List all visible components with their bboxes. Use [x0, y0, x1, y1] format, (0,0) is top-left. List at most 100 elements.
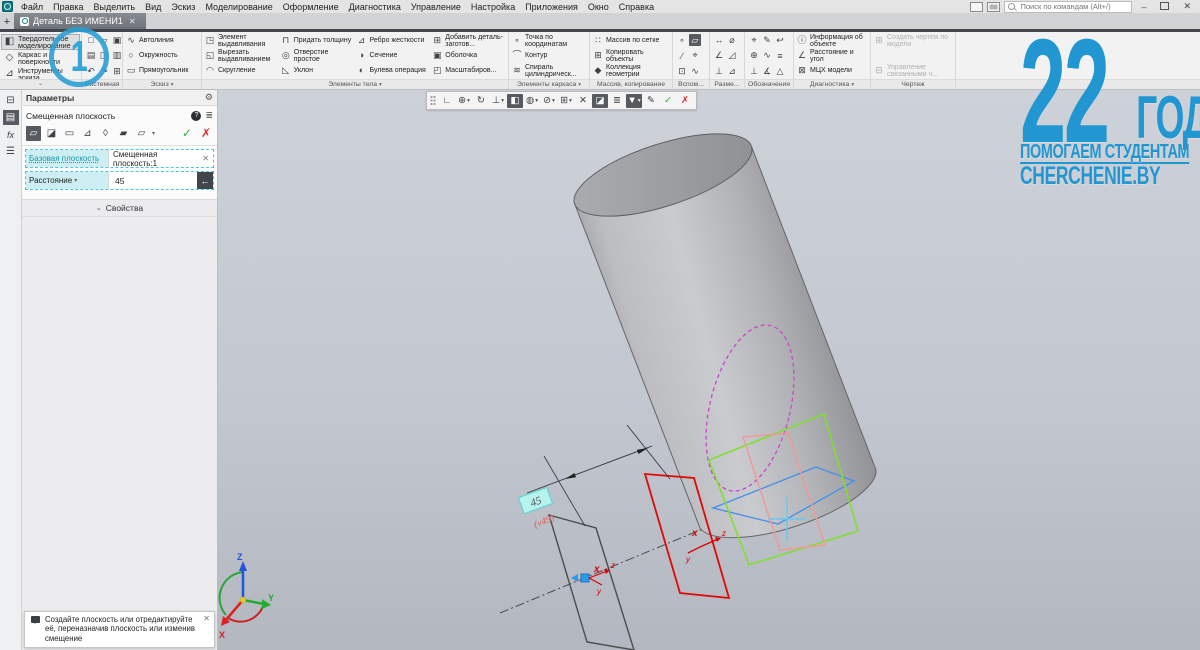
layout-icon[interactable]: [970, 2, 983, 12]
maximize-button[interactable]: [1155, 2, 1174, 12]
tool-icon[interactable]: ⊥: [748, 65, 760, 77]
menu-item-окно[interactable]: Окно: [583, 2, 614, 12]
ribbon-button[interactable]: ◳Элемент выдавливания: [205, 34, 278, 47]
base-plane-label[interactable]: Базовая плоскость: [26, 150, 108, 167]
ribbon-button[interactable]: ≋Спираль цилиндрическ...: [512, 64, 586, 77]
tool-icon[interactable]: ⊞: [111, 65, 123, 77]
ribbon-button[interactable]: ▣Оболочка: [432, 49, 505, 62]
gear-icon[interactable]: ⚙: [205, 92, 213, 103]
plane-type-icon[interactable]: ◪: [44, 126, 59, 141]
menu-item-эскиз[interactable]: Эскиз: [166, 2, 200, 12]
tool-icon[interactable]: △: [774, 65, 786, 77]
ribbon-button[interactable]: ⊠МЦХ модели: [797, 64, 867, 77]
menu-item-справка[interactable]: Справка: [614, 2, 659, 12]
scene-canvas[interactable]: 45 (v49) x x z y z y: [218, 90, 1200, 650]
plane-type-icon[interactable]: ▱: [134, 126, 149, 141]
tool-icon[interactable]: ⊡: [676, 65, 688, 77]
clear-selection-icon[interactable]: ✕: [202, 154, 209, 163]
ribbon-button[interactable]: ◎Отверстие простое: [281, 49, 354, 62]
ribbon-button[interactable]: ⊟Управление связанными ч...: [874, 64, 952, 77]
tool-icon[interactable]: ⌀: [726, 34, 738, 46]
tree-icon[interactable]: ⊟: [3, 93, 19, 108]
ribbon-button[interactable]: ⊞Добавить деталь-заготов...: [432, 34, 505, 47]
ribbon-button[interactable]: ⓘИнформация об объекте: [797, 34, 867, 47]
tool-icon[interactable]: ▥: [111, 50, 123, 62]
tool-icon[interactable]: ✎: [761, 34, 773, 46]
tool-icon[interactable]: ⊿: [726, 65, 738, 77]
tab-close-icon[interactable]: ✕: [129, 17, 136, 26]
tool-icon[interactable]: □: [85, 34, 97, 46]
tool-icon[interactable]: ∘: [676, 34, 688, 46]
ribbon-button[interactable]: ⊓Придать толщину: [281, 34, 354, 47]
source-plane[interactable]: [549, 515, 634, 650]
tool-icon[interactable]: ↩: [774, 34, 786, 46]
ribbon-button[interactable]: ◑Сечение: [357, 49, 430, 62]
plane-type-icon[interactable]: ▱: [26, 126, 41, 141]
modes-collapse-icon[interactable]: ⌄: [0, 79, 81, 89]
plane-type-icon[interactable]: ◊: [98, 126, 113, 141]
tool-icon[interactable]: ▱: [98, 34, 110, 46]
distance-input[interactable]: [113, 175, 193, 187]
ribbon-button[interactable]: ∠Расстояние и угол: [797, 49, 867, 62]
search-input[interactable]: [1018, 1, 1128, 12]
screenshot-icon[interactable]: [987, 2, 1000, 12]
menu-icon[interactable]: ☰: [3, 144, 19, 159]
ribbon-button[interactable]: ◠Скругление: [205, 64, 278, 77]
base-plane-value[interactable]: Смещенная плоскость:1 ✕: [108, 150, 213, 167]
dimension-line[interactable]: [527, 446, 652, 493]
menu-item-выделить[interactable]: Выделить: [89, 2, 141, 12]
menu-item-настройка[interactable]: Настройка: [466, 2, 520, 12]
menu-item-файл[interactable]: Файл: [16, 2, 48, 12]
document-tab[interactable]: Деталь БЕЗ ИМЕНИ1 ✕: [14, 13, 146, 29]
variables-icon[interactable]: fx: [3, 127, 19, 142]
tool-icon[interactable]: ⊥: [713, 65, 725, 77]
distance-label[interactable]: Расстояние ▾: [26, 172, 108, 189]
tool-icon[interactable]: ⌖: [748, 34, 760, 46]
ribbon-button[interactable]: ◱Вырезать выдавливанием: [205, 49, 278, 62]
tool-icon[interactable]: ∠: [713, 50, 725, 62]
cancel-icon[interactable]: ✗: [201, 126, 211, 140]
ribbon-button[interactable]: ○Окружность: [126, 49, 198, 62]
orientation-triad[interactable]: Z X Y: [219, 552, 274, 640]
tool-icon[interactable]: ◿: [726, 50, 738, 62]
menu-item-приложения[interactable]: Приложения: [520, 2, 583, 12]
reverse-direction-button[interactable]: ←: [197, 172, 213, 189]
tool-icon[interactable]: ⊕: [748, 50, 760, 62]
plane-type-icon[interactable]: ⊿: [80, 126, 95, 141]
menu-item-диагностика[interactable]: Диагностика: [344, 2, 406, 12]
ribbon-button[interactable]: ◆Коллекция геометрии: [593, 64, 669, 77]
ribbon-button[interactable]: ◺Уклон: [281, 64, 354, 77]
close-button[interactable]: ✕: [1178, 1, 1196, 12]
ribbon-button[interactable]: ∷Массив по сетке: [593, 34, 669, 47]
ribbon-button[interactable]: ⊿Ребро жесткости: [357, 34, 430, 47]
ribbon-button[interactable]: ◰Масштабиров...: [432, 64, 505, 77]
help-icon[interactable]: ?: [191, 111, 201, 121]
ribbon-button[interactable]: ◐Булева операция: [357, 64, 430, 77]
hint-close-icon[interactable]: ✕: [203, 614, 210, 624]
tool-icon[interactable]: ∿: [761, 50, 773, 62]
dimension-value-box[interactable]: 45: [518, 487, 552, 513]
ribbon-button[interactable]: ∘Точка по координатам: [512, 34, 586, 47]
menu-item-вид[interactable]: Вид: [140, 2, 166, 12]
ribbon-button[interactable]: ⊞Копировать объекты: [593, 49, 669, 62]
plane-type-icon[interactable]: ▰: [116, 126, 131, 141]
menu-item-моделирование[interactable]: Моделирование: [200, 2, 277, 12]
new-tab-button[interactable]: +: [0, 15, 14, 29]
ribbon-button[interactable]: ▭Прямоугольник: [126, 64, 198, 77]
tool-icon[interactable]: ∕: [676, 50, 688, 62]
model-viewport[interactable]: ∟⊕▾↻⊥▾◧◍▾⊘▾⊞▾✕◪≣▼▾✎✓✗: [218, 90, 1200, 650]
tool-icon[interactable]: ▱: [689, 34, 701, 46]
tool-icon[interactable]: ↶: [85, 65, 97, 77]
mode-solid-modeling[interactable]: ◧ Твердотельное моделирование: [1, 34, 80, 50]
tool-icon[interactable]: ▣: [111, 34, 123, 46]
tool-icon[interactable]: ↔: [713, 34, 725, 46]
properties-expander[interactable]: ⌄ Свойства: [22, 199, 217, 217]
chevron-down-icon[interactable]: ▾: [152, 130, 155, 137]
parameters-icon[interactable]: ▤: [3, 110, 19, 125]
options-list-icon[interactable]: ≣: [205, 110, 213, 121]
tool-icon[interactable]: ∡: [761, 65, 773, 77]
menu-item-управление[interactable]: Управление: [406, 2, 466, 12]
ribbon-button[interactable]: ⊞Создать чертеж по модели: [874, 34, 952, 47]
ribbon-button[interactable]: ⌒Контур: [512, 49, 586, 62]
minimize-button[interactable]: –: [1136, 2, 1151, 12]
